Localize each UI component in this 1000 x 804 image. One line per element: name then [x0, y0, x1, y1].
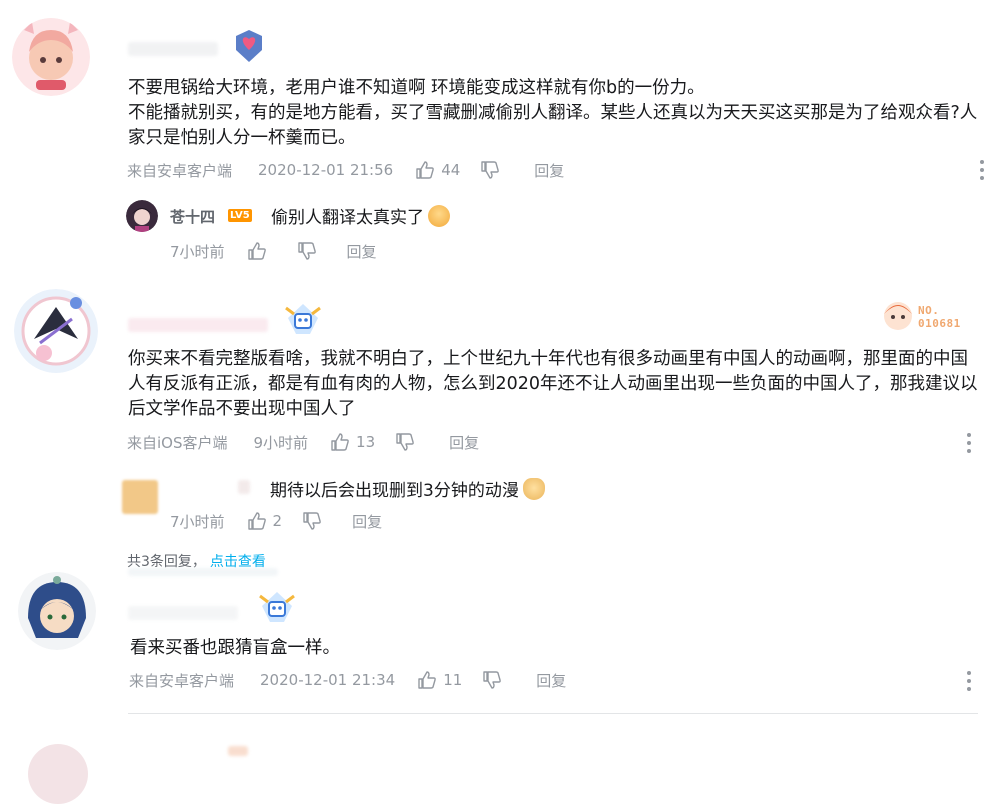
- comment-text: 你买来不看完整版看啥，我就不明白了，上个世纪九十年代也有很多动画里有中国人的动画…: [128, 349, 978, 419]
- reply-text: 偷别人翻译太真实了: [271, 203, 450, 228]
- reply-text-content: 偷别人翻译太真实了: [271, 208, 424, 228]
- reply-time: 7小时前: [170, 242, 225, 261]
- user-avatar[interactable]: [12, 18, 90, 96]
- comment-divider: [128, 713, 978, 714]
- like-count: 13: [356, 433, 376, 451]
- reply-time: 7小时前: [170, 512, 225, 531]
- user-avatar[interactable]: [18, 572, 96, 650]
- reply-button[interactable]: 回复: [534, 160, 564, 181]
- dislike-button[interactable]: [480, 160, 500, 180]
- user-avatar[interactable]: [28, 744, 88, 804]
- doge-emoji-icon: [522, 478, 545, 500]
- like-count: 11: [443, 671, 463, 689]
- thumbs-down-icon: [481, 161, 500, 179]
- username-blurred[interactable]: [128, 606, 238, 620]
- reply-text: 期待以后会出现删到3分钟的动漫: [270, 476, 545, 501]
- username-blurred[interactable]: [128, 42, 218, 56]
- comment-source: 来自安卓客户端: [127, 161, 233, 180]
- dislike-button[interactable]: [395, 432, 415, 452]
- like-count: 2: [272, 512, 283, 530]
- thumbs-up-icon: [331, 433, 349, 451]
- mascot-icon: [884, 302, 912, 330]
- dislike-button[interactable]: [297, 241, 317, 261]
- comment-meta: 来自安卓客户端 2020-12-01 21:34 11 回复: [129, 669, 566, 691]
- reply-button[interactable]: 回复: [449, 432, 479, 453]
- dislike-button[interactable]: [482, 670, 502, 690]
- redacted-bar: [128, 568, 278, 576]
- more-options-icon[interactable]: [966, 671, 972, 691]
- dizzy-face-emoji-icon: [428, 205, 450, 227]
- comment-text: 不要甩锅给大环境，老用户谁不知道啊 环境能变成这样就有你b的一份力。 不能播就别…: [128, 78, 978, 148]
- fan-card-badge: NO. 010681: [880, 298, 980, 334]
- username-blurred[interactable]: [128, 318, 268, 332]
- comment-meta: 来自iOS客户端 9小时前 13 回复: [127, 431, 479, 453]
- more-options-icon[interactable]: [979, 160, 985, 180]
- like-button[interactable]: 11: [417, 670, 462, 690]
- thumbs-up-icon: [247, 512, 266, 530]
- reply-button[interactable]: 回复: [536, 670, 566, 691]
- comment-time: 9小时前: [253, 433, 309, 452]
- comment-source: 来自iOS客户端: [127, 433, 228, 452]
- like-count: 44: [441, 161, 461, 179]
- reply-avatar[interactable]: [122, 480, 158, 514]
- fan-medal-icon: [228, 28, 270, 66]
- thumbs-up-icon: [247, 242, 266, 260]
- like-button[interactable]: 13: [330, 432, 375, 452]
- thumbs-down-icon: [483, 671, 502, 689]
- reply-button[interactable]: 回复: [352, 511, 382, 532]
- comment-text: 看来买番也跟猜盲盒一样。: [130, 638, 340, 658]
- thumbs-down-icon: [303, 512, 321, 530]
- comment-time: 2020-12-01 21:56: [258, 161, 394, 179]
- comment-meta: 来自安卓客户端 2020-12-01 21:56 44 回复: [127, 159, 564, 181]
- fan-medal-icon: [256, 588, 298, 626]
- reply-button[interactable]: 回复: [347, 241, 377, 262]
- reply-meta: 7小时前 2 回复: [170, 510, 382, 532]
- reply-avatar[interactable]: [126, 200, 158, 232]
- like-button[interactable]: 2: [247, 511, 283, 531]
- comment-source: 来自安卓客户端: [129, 671, 235, 690]
- thumbs-down-icon: [297, 242, 316, 260]
- reply-username[interactable]: 苍十四: [170, 206, 215, 227]
- reply-username-blurred[interactable]: [238, 480, 250, 494]
- more-options-icon[interactable]: [966, 433, 972, 453]
- dislike-button[interactable]: [302, 511, 322, 531]
- thumbs-up-icon: [418, 671, 437, 689]
- reply-meta: 7小时前 回复: [170, 240, 377, 262]
- thumbs-down-icon: [396, 433, 414, 451]
- fan-card-number: NO. 010681: [918, 304, 961, 330]
- thumbs-up-icon: [416, 161, 435, 179]
- like-button[interactable]: 44: [415, 160, 460, 180]
- fan-medal-icon: [282, 300, 324, 338]
- like-button[interactable]: [247, 241, 267, 261]
- user-avatar[interactable]: [14, 289, 98, 373]
- comment-time: 2020-12-01 21:34: [260, 671, 396, 689]
- reply-text-content: 期待以后会出现删到3分钟的动漫: [270, 481, 519, 501]
- level-badge: LV5: [228, 209, 252, 222]
